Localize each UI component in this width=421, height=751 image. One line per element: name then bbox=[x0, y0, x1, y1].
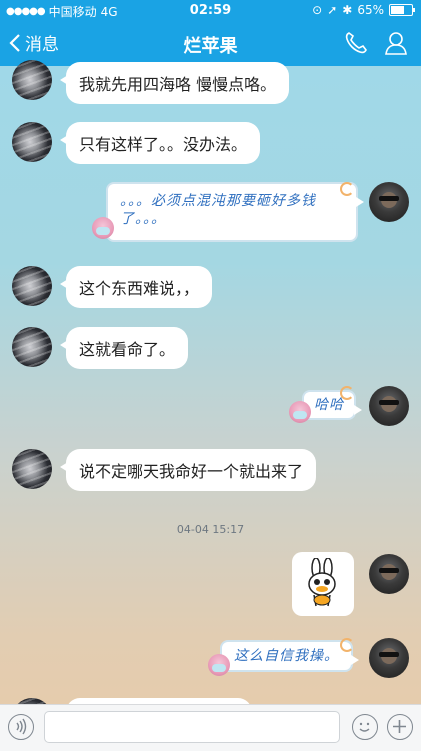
more-button[interactable] bbox=[387, 714, 413, 740]
message-bubble[interactable]: 这就看命了。 bbox=[59, 327, 189, 369]
message-bubble[interactable]: 这么自信我操。 bbox=[220, 640, 359, 672]
person-icon bbox=[385, 32, 407, 55]
voice-button[interactable] bbox=[8, 714, 34, 740]
contact-avatar[interactable] bbox=[12, 327, 52, 367]
sparkle-icon bbox=[340, 386, 354, 400]
message-bubble[interactable]: 。。。必须点混沌那要砸好多钱了。。。 bbox=[106, 182, 364, 242]
bubble-decoration-icon bbox=[289, 401, 311, 423]
message-row: 只有这样了。。没办法。 bbox=[0, 120, 421, 164]
message-row: 我就先用四海咯 慢慢点咯。 bbox=[0, 60, 421, 104]
battery-percent: 65% bbox=[357, 3, 384, 17]
sparkle-icon bbox=[340, 182, 354, 196]
message-row: 说不定哪天我命好一个就出来了 bbox=[0, 447, 421, 491]
lock-rotation-icon: ⊙ bbox=[312, 3, 323, 17]
plus-icon bbox=[393, 720, 406, 733]
bubble-decoration-icon bbox=[92, 217, 114, 239]
chat-timestamp: 04-04 15:17 bbox=[176, 523, 245, 536]
contact-avatar[interactable] bbox=[12, 449, 52, 489]
voice-icon bbox=[16, 718, 27, 735]
my-avatar[interactable] bbox=[369, 386, 409, 426]
phone-icon bbox=[345, 32, 367, 54]
message-row: 。。。必须点混沌那要砸好多钱了。。。 bbox=[0, 180, 421, 244]
message-input[interactable] bbox=[44, 711, 340, 743]
sparkle-icon bbox=[340, 638, 354, 652]
top-bar: ●●●●● 中国移动 4G 02:59 ⊙ ➚ ✱ 65% 消息 烂苹果 bbox=[0, 0, 421, 66]
sticker-message[interactable] bbox=[292, 552, 354, 616]
message-bubble[interactable]: 只有这样了。。没办法。 bbox=[59, 122, 261, 164]
message-bubble[interactable]: 这个东西难说，， bbox=[59, 266, 213, 308]
message-row: 这就看命了。 bbox=[0, 325, 421, 369]
status-right: ⊙ ➚ ✱ 65% bbox=[312, 3, 415, 17]
emoji-icon bbox=[359, 722, 370, 732]
status-bar: ●●●●● 中国移动 4G 02:59 ⊙ ➚ ✱ 65% bbox=[0, 0, 421, 22]
contact-avatar[interactable] bbox=[12, 122, 52, 162]
bubble-decoration-icon bbox=[208, 654, 230, 676]
contact-avatar[interactable] bbox=[12, 60, 52, 100]
contact-avatar[interactable] bbox=[12, 266, 52, 306]
message-row: 哈哈 bbox=[0, 384, 421, 428]
message-bubble[interactable]: 说不定哪天我命好一个就出来了 bbox=[59, 449, 317, 491]
my-avatar[interactable] bbox=[369, 638, 409, 678]
rabbit-sticker-icon bbox=[308, 558, 336, 607]
location-icon: ➚ bbox=[327, 3, 338, 17]
profile-button[interactable] bbox=[383, 30, 409, 60]
battery-icon bbox=[389, 4, 415, 16]
message-row: 这个东西难说，， bbox=[0, 264, 421, 308]
message-row bbox=[0, 552, 421, 622]
message-bubble[interactable]: 我就先用四海咯 慢慢点咯。 bbox=[59, 62, 290, 104]
my-avatar[interactable] bbox=[369, 554, 409, 594]
input-bar bbox=[0, 704, 421, 751]
message-row: 这么自信我操。 bbox=[0, 636, 421, 680]
my-avatar[interactable] bbox=[369, 182, 409, 222]
call-button[interactable] bbox=[343, 30, 369, 60]
emoji-button[interactable] bbox=[352, 714, 378, 740]
bluetooth-icon: ✱ bbox=[342, 3, 353, 17]
